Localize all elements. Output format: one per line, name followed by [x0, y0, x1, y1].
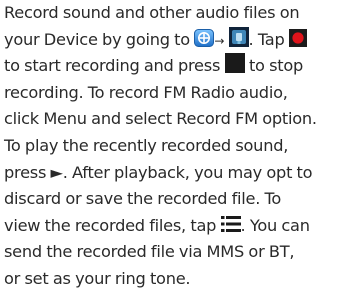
text-segment: discard or save the recorded file. To — [4, 189, 282, 209]
text-line-5: click Menu and select Record FM option. — [4, 106, 356, 133]
text-segment: your Device by going to — [4, 29, 190, 49]
record-button-icon — [288, 28, 307, 47]
text-line-10: send the recorded file via MMS or BT, — [4, 239, 356, 266]
text-segment: recording. To record FM Radio audio, — [4, 82, 288, 102]
text-segment: Record sound and other audio files on — [4, 3, 300, 22]
sound-recorder-app-icon — [228, 26, 249, 47]
text-line-11: or set as your ring tone. — [4, 266, 356, 293]
text-segment: view the recorded files, tap — [4, 215, 217, 235]
apps-grid-icon — [194, 28, 215, 47]
text-segment: to start recording and press — [4, 56, 221, 76]
text-segment: or set as your ring tone. — [4, 268, 191, 288]
text-segment: send the recorded file via MMS or BT, — [4, 242, 295, 262]
text-line-1: Record sound and other audio files on — [4, 0, 356, 27]
text-line-4: recording. To record FM Radio audio, — [4, 80, 356, 107]
text-line-7: press ►. After playback, you may opt to — [4, 160, 356, 187]
text-line-8: discard or save the recorded file. To — [4, 186, 356, 213]
text-segment: press ►. After playback, you may opt to — [4, 162, 313, 182]
text-line-2: your Device by going to → . Tap — [4, 26, 356, 54]
instruction-paragraph: Record sound and other audio files on yo… — [4, 0, 356, 293]
text-line-3: to start recording and press to stop — [4, 53, 356, 80]
recordings-list-icon — [220, 215, 241, 233]
text-segment: . Tap — [248, 29, 285, 49]
text-segment: click Menu and select Record FM option. — [4, 109, 317, 129]
text-segment: To play the recently recorded sound, — [4, 135, 289, 155]
text-segment: to stop — [248, 56, 304, 76]
arrow-separator: → — [214, 33, 225, 48]
text-line-9: view the recorded files, tap . You can — [4, 213, 356, 240]
text-segment: . You can — [240, 215, 310, 235]
text-line-6: To play the recently recorded sound, — [4, 133, 356, 160]
stop-button-icon — [224, 53, 245, 74]
